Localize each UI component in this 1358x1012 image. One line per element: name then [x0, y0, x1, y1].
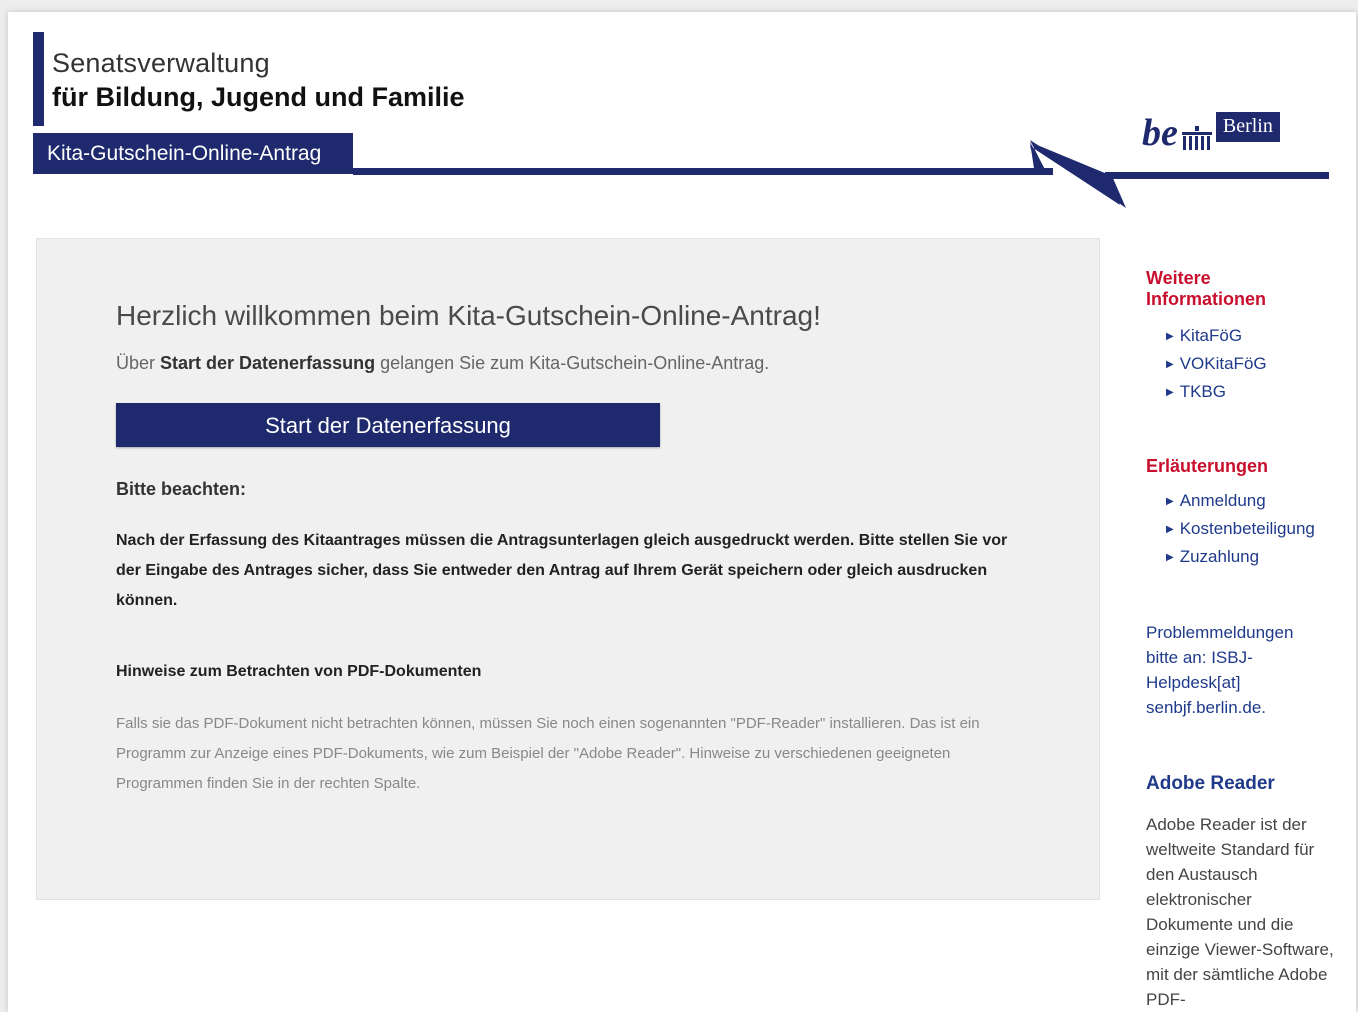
triangle-right-icon: ▶: [1166, 496, 1174, 507]
triangle-right-icon: ▶: [1166, 552, 1174, 563]
pdf-hints-text: Falls sie das PDF-Dokument nicht betrach…: [116, 715, 980, 792]
link-zuzahlung[interactable]: ▶ Zuzahlung: [1166, 544, 1315, 572]
brandenburg-gate-icon: [1181, 126, 1212, 150]
logo-be-text: be: [1142, 112, 1178, 154]
triangle-right-icon: ▶: [1166, 387, 1174, 398]
link-kitafoeg-label: KitaFöG: [1179, 326, 1243, 345]
link-kitafoeg[interactable]: ▶ KitaFöG: [1166, 323, 1267, 351]
explanations-links: ▶ Anmeldung ▶ Kostenbeteiligung ▶ Zuzahlung: [1166, 488, 1315, 572]
link-anmeldung[interactable]: ▶ Anmeldung: [1166, 488, 1315, 516]
link-kostenbeteiligung[interactable]: ▶ Kostenbeteiligung: [1166, 516, 1315, 544]
intro-text-post: gelangen Sie zum Kita-Gutschein-Online-A…: [375, 353, 770, 373]
intro-text: Über Start der Datenerfassung gelangen S…: [116, 353, 769, 374]
adobe-reader-heading: Adobe Reader: [1146, 773, 1275, 794]
problem-report-link[interactable]: Problemmeldungen bitte an: ISBJ-Helpdesk…: [1146, 620, 1326, 720]
link-anmeldung-label: Anmeldung: [1179, 491, 1266, 510]
logo-berlin-text: Berlin: [1215, 112, 1280, 142]
triangle-right-icon: ▶: [1166, 331, 1174, 342]
intro-text-pre: Über: [116, 353, 161, 373]
link-vokitafoeg[interactable]: ▶ VOKitaFöG: [1166, 351, 1267, 379]
further-info-links: ▶ KitaFöG ▶ VOKitaFöG ▶ TKBG: [1166, 323, 1267, 407]
intro-text-bold: Start der Datenerfassung: [160, 353, 376, 373]
note-text: Nach der Erfassung des Kitaantrages müss…: [116, 532, 1008, 609]
welcome-heading: Herzlich willkommen beim Kita-Gutschein-…: [116, 300, 821, 331]
explanations-heading: Erläuterungen: [1146, 456, 1269, 476]
link-zuzahlung-label: Zuzahlung: [1179, 547, 1260, 566]
ministry-name-line2: für Bildung, Jugend und Familie: [52, 82, 465, 112]
header-accent-bar: [33, 32, 44, 126]
ministry-name-line1: Senatsverwaltung: [52, 48, 270, 78]
adobe-reader-text: Adobe Reader ist der weltweite Standard …: [1146, 815, 1334, 1009]
note-heading: Bitte beachten:: [116, 479, 247, 499]
link-tkbg[interactable]: ▶ TKBG: [1166, 379, 1267, 407]
triangle-right-icon: ▶: [1166, 524, 1174, 535]
tab-kita-gutschein[interactable]: Kita-Gutschein-Online-Antrag: [33, 133, 353, 174]
link-vokitafoeg-label: VOKitaFöG: [1179, 354, 1267, 373]
further-info-heading: Weitere Informationen: [1146, 268, 1266, 309]
link-kostenbeteiligung-label: Kostenbeteiligung: [1179, 519, 1315, 538]
pdf-hints-heading: Hinweise zum Betrachten von PDF-Dokument…: [116, 663, 482, 680]
start-data-entry-button[interactable]: Start der Datenerfassung: [116, 403, 660, 447]
link-tkbg-label: TKBG: [1179, 382, 1226, 401]
berlin-logo[interactable]: be Berlin: [1142, 108, 1280, 152]
triangle-right-icon: ▶: [1166, 359, 1174, 370]
